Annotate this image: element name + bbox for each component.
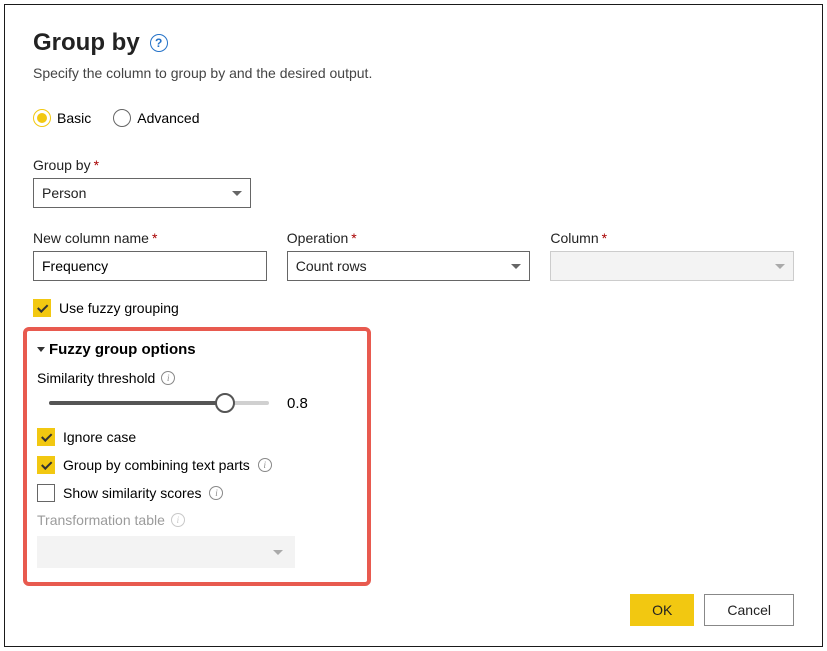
info-icon[interactable]: i <box>161 371 175 385</box>
mode-advanced-radio[interactable]: Advanced <box>113 109 199 127</box>
operation-select[interactable]: Count rows <box>287 251 531 281</box>
chevron-down-icon <box>775 264 785 269</box>
similarity-value: 0.8 <box>287 395 308 412</box>
fuzzy-options-panel: Fuzzy group options Similarity threshold… <box>23 327 371 586</box>
group-by-dialog: Group by ? Specify the column to group b… <box>4 4 823 647</box>
checkbox-checked-icon <box>37 428 55 446</box>
radio-selected-icon <box>33 109 51 127</box>
chevron-down-icon <box>37 347 45 352</box>
similarity-label: Similarity threshold i <box>37 370 349 386</box>
trans-table-label: Transformation table i <box>37 512 349 528</box>
mode-basic-radio[interactable]: Basic <box>33 109 91 127</box>
checkbox-icon <box>37 484 55 502</box>
show-scores-checkbox[interactable]: Show similarity scores i <box>37 484 349 502</box>
chevron-down-icon <box>511 264 521 269</box>
combine-parts-checkbox[interactable]: Group by combining text parts i <box>37 456 349 474</box>
new-column-label: New column name * <box>33 230 267 246</box>
info-icon[interactable]: i <box>258 458 272 472</box>
ignore-case-label: Ignore case <box>63 429 136 445</box>
info-icon: i <box>171 513 185 527</box>
ok-button[interactable]: OK <box>630 594 694 626</box>
info-icon[interactable]: i <box>209 486 223 500</box>
operation-value: Count rows <box>296 258 367 274</box>
checkbox-checked-icon <box>37 456 55 474</box>
group-by-value: Person <box>42 185 86 201</box>
radio-advanced-label: Advanced <box>137 110 199 126</box>
radio-basic-label: Basic <box>57 110 91 126</box>
trans-table-select <box>37 536 295 568</box>
dialog-subtitle: Specify the column to group by and the d… <box>33 65 794 81</box>
fuzzy-options-title: Fuzzy group options <box>49 341 196 358</box>
fuzzy-grouping-checkbox[interactable]: Use fuzzy grouping <box>33 299 794 317</box>
group-by-select[interactable]: Person <box>33 178 251 208</box>
column-select <box>550 251 794 281</box>
dialog-title: Group by <box>33 29 140 57</box>
slider-thumb-icon <box>215 393 235 413</box>
help-icon[interactable]: ? <box>150 34 168 52</box>
cancel-button[interactable]: Cancel <box>704 594 794 626</box>
ignore-case-checkbox[interactable]: Ignore case <box>37 428 349 446</box>
radio-icon <box>113 109 131 127</box>
chevron-down-icon <box>232 191 242 196</box>
operation-label: Operation * <box>287 230 531 246</box>
new-column-input[interactable] <box>42 258 258 274</box>
combine-parts-label: Group by combining text parts <box>63 457 250 473</box>
similarity-slider[interactable] <box>49 394 269 412</box>
fuzzy-grouping-label: Use fuzzy grouping <box>59 300 179 316</box>
new-column-input-wrap <box>33 251 267 281</box>
column-label: Column * <box>550 230 794 246</box>
chevron-down-icon <box>273 550 283 555</box>
fuzzy-options-expander[interactable]: Fuzzy group options <box>37 341 349 358</box>
group-by-label: Group by * <box>33 157 794 173</box>
checkbox-checked-icon <box>33 299 51 317</box>
show-scores-label: Show similarity scores <box>63 485 201 501</box>
